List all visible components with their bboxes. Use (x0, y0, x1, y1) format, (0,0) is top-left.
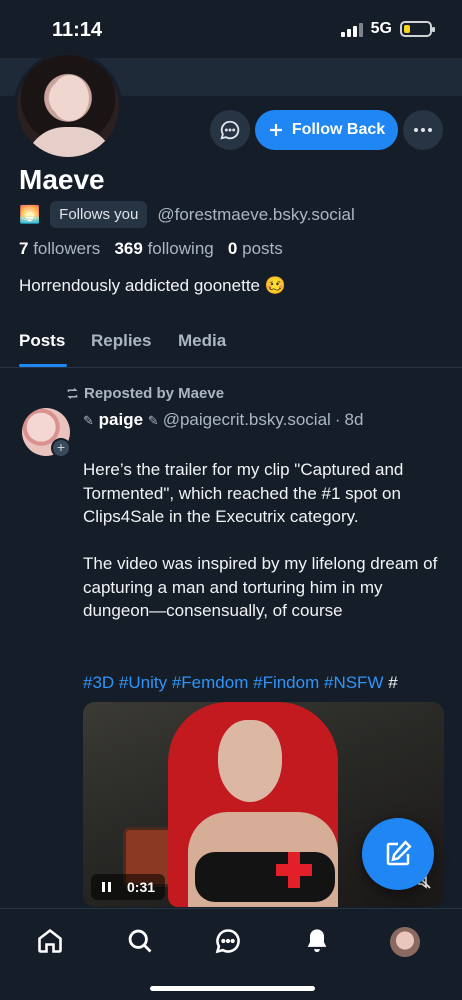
author-handle[interactable]: @paigecrit.bsky.social (163, 410, 331, 430)
nav-profile-avatar[interactable] (390, 927, 420, 957)
active-tab-indicator (19, 364, 67, 367)
search-icon (128, 929, 152, 953)
plus-icon (269, 124, 282, 136)
author-name[interactable]: ✎ paige ✎ (83, 410, 159, 430)
follow-back-button[interactable]: Follow Back (255, 110, 398, 150)
handle-row: 🌅 Follows you @forestmaeve.bsky.social (19, 201, 355, 228)
hashtag-link[interactable]: #NSFW (324, 673, 384, 692)
post-body: Here’s the trailer for my clip "Captured… (83, 458, 448, 646)
pause-icon[interactable] (101, 881, 113, 893)
display-name: Maeve (19, 164, 105, 195)
post-paragraph: Here’s the trailer for my clip "Captured… (83, 460, 404, 526)
message-icon (220, 120, 240, 140)
status-bar: 11:14 5G (0, 0, 462, 58)
home-indicator (150, 986, 315, 991)
battery-fill (404, 25, 410, 33)
follows-you-badge: Follows you (50, 201, 148, 228)
separator-dot: · (334, 410, 341, 429)
follow-author-icon[interactable]: + (51, 438, 71, 458)
status-time: 11:14 (52, 19, 103, 41)
post-time[interactable]: 8d (344, 410, 363, 430)
network-label: 5G (370, 20, 392, 37)
video-time: 0:31 (127, 879, 156, 895)
follow-back-label: Follow Back (291, 121, 386, 138)
hashtag-link[interactable]: #Findom (253, 673, 319, 692)
hashtag-link[interactable]: #3D (83, 673, 114, 692)
profile-stats: 7 followers 369 following 0 posts (19, 239, 283, 259)
tab-posts[interactable]: Posts (19, 331, 65, 351)
profile-handle: @forestmaeve.bsky.social (157, 204, 355, 224)
post-hashtags: #3D #Unity #Femdom #Findom #NSFW # (83, 673, 398, 693)
more-icon (414, 128, 432, 132)
nav-notifications[interactable] (301, 925, 333, 957)
profile-tabs: Posts Replies Media (0, 330, 462, 368)
post-paragraph: The video was inspired by my lifelong dr… (83, 554, 438, 620)
chat-icon (215, 929, 240, 954)
tab-media[interactable]: Media (178, 331, 226, 351)
compose-button[interactable] (362, 818, 434, 890)
repost-icon (67, 388, 78, 399)
status-indicators: 5G (340, 20, 435, 38)
signal-icon (340, 21, 363, 37)
compose-icon (386, 840, 412, 866)
nav-chat[interactable] (212, 925, 244, 957)
message-button[interactable] (210, 110, 250, 150)
tab-replies[interactable]: Replies (91, 331, 151, 351)
home-icon (38, 928, 62, 953)
hashtag-link[interactable]: #Femdom (172, 673, 249, 692)
more-options-button[interactable] (403, 110, 443, 150)
hashtag-fragment: # (388, 673, 398, 692)
video-controls: 0:31 (91, 874, 166, 900)
nav-search[interactable] (124, 925, 156, 957)
profile-bio: Horrendously addicted goonette 🥴 (19, 276, 286, 295)
repost-label[interactable]: Reposted by Maeve (66, 385, 224, 402)
nav-home[interactable] (34, 925, 66, 957)
bell-icon (307, 929, 327, 953)
posts-count: 0 posts (227, 239, 283, 258)
hashtag-link[interactable]: #Unity (119, 673, 167, 692)
author-line: ✎ paige ✎ @paigecrit.bsky.social · 8d (83, 410, 363, 430)
battery-icon (400, 21, 435, 37)
following-link[interactable]: 369 following (114, 239, 213, 258)
profile-avatar[interactable] (14, 52, 122, 160)
sunrise-emoji: 🌅 (19, 204, 41, 224)
followers-link[interactable]: 7 followers (19, 239, 100, 258)
